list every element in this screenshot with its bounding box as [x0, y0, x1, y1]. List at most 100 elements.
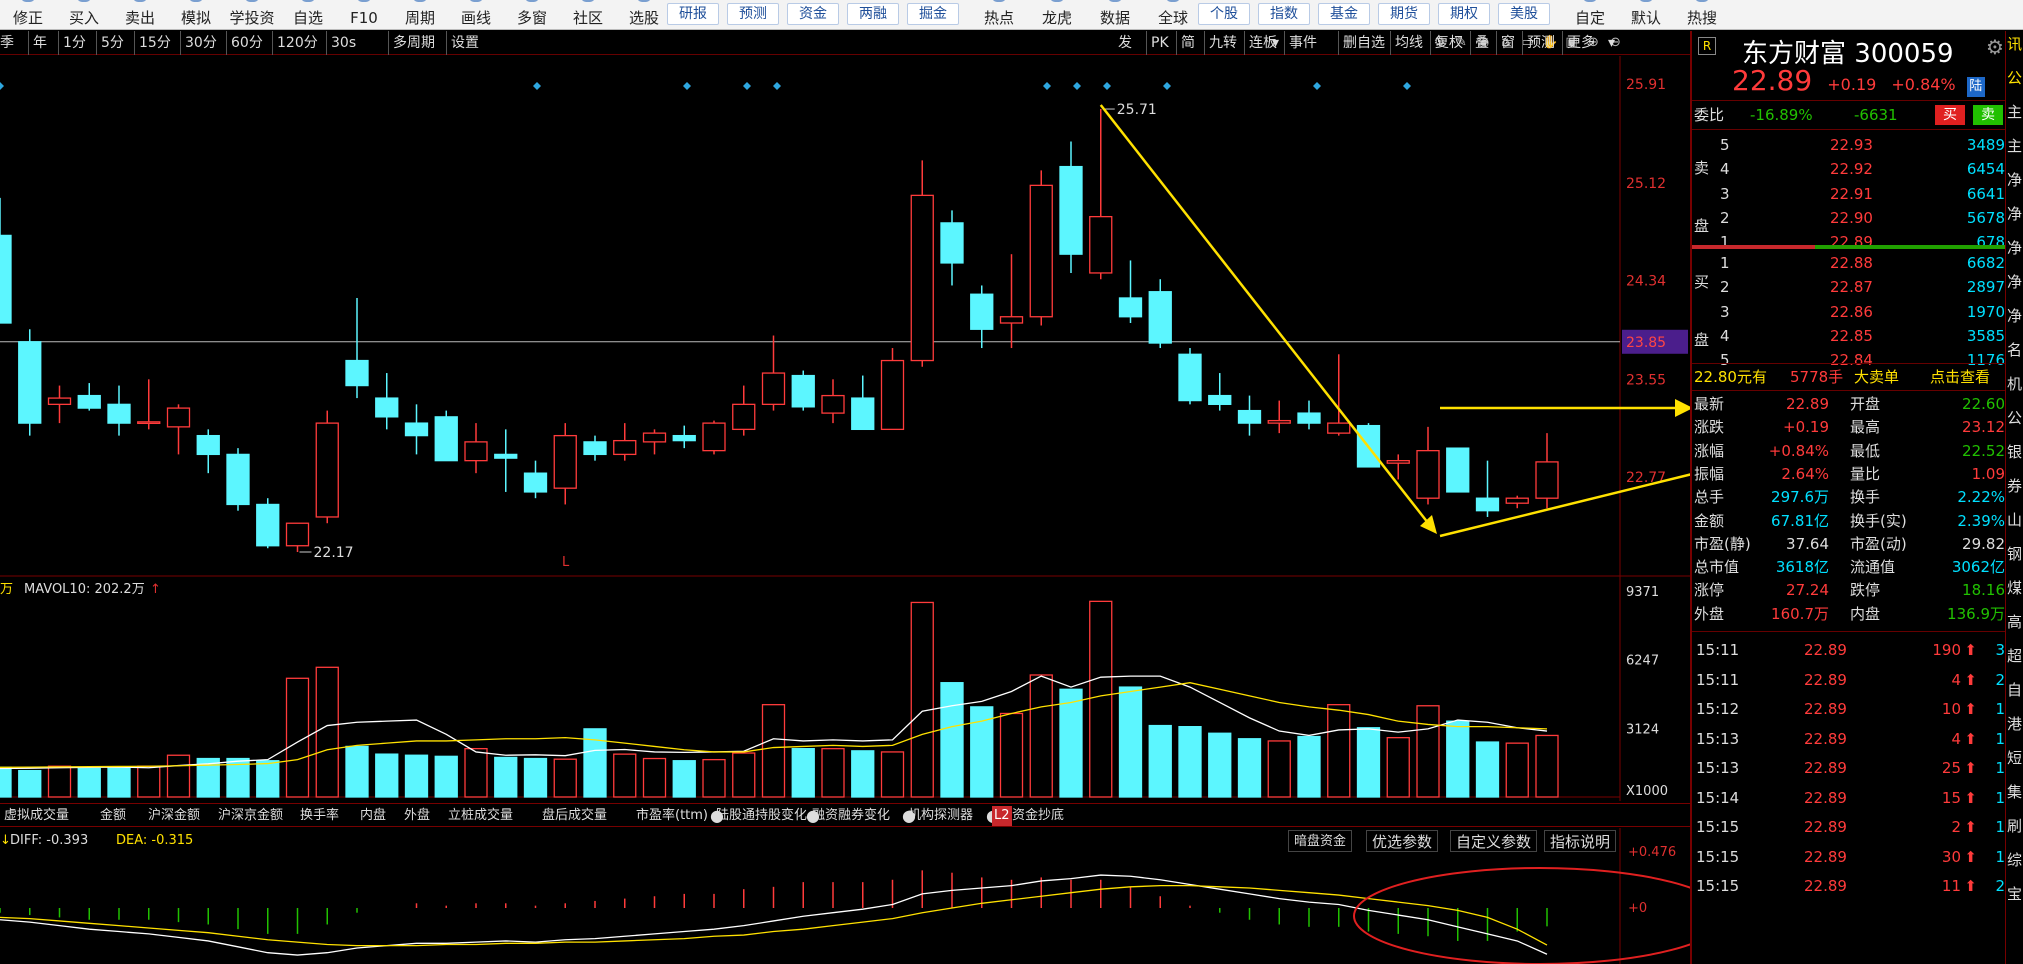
side-strip-char[interactable]: 券	[2007, 475, 2022, 496]
side-strip-char[interactable]: 超	[2007, 645, 2022, 666]
toolbar-button2-5[interactable]: 美股	[1498, 3, 1550, 25]
toolbar-button2-2[interactable]: 基金	[1318, 3, 1370, 25]
period-5[interactable]: 30分	[180, 31, 217, 55]
asks-level-3[interactable]: 3 22.91 6641	[1692, 182, 2007, 206]
period-3[interactable]: 5分	[96, 31, 124, 55]
side-strip-char[interactable]: 净	[2007, 305, 2022, 326]
macd-button-0[interactable]: 暗盘资金	[1288, 830, 1353, 852]
indicator-tab-10[interactable]: 陆股通持股变化	[716, 806, 807, 826]
toolbar-button-0[interactable]: 研报	[667, 3, 719, 25]
period-6[interactable]: 60分	[226, 31, 263, 55]
toolbar-button-2[interactable]: 资金	[787, 3, 839, 25]
toolbar-item-items2-2[interactable]: 数据	[1086, 0, 1144, 30]
volume-chart[interactable]: 9371 6247 3124 X1000 万 MAVOL10: 202.2万 ↑	[0, 577, 1690, 801]
period-8[interactable]: 30s	[326, 31, 356, 55]
indicator-tab-6[interactable]: 外盘	[404, 806, 430, 826]
toolbar-button2-4[interactable]: 期权	[1438, 3, 1490, 25]
toolbar-item-items3-1[interactable]: 默认	[1618, 0, 1674, 30]
toolbar-item-items-2[interactable]: 卖出	[112, 0, 168, 30]
period-tool-2[interactable]: 简	[1176, 31, 1195, 55]
side-strip-char[interactable]: 机	[2007, 373, 2022, 394]
side-strip-char[interactable]: 自	[2007, 679, 2022, 700]
toolbar-item-items-3[interactable]: 模拟	[168, 0, 224, 30]
toolbar-item-items-11[interactable]: 选股	[616, 0, 672, 30]
toolbar-item-items-7[interactable]: 周期	[392, 0, 448, 30]
dropdown-arrow-icon-2[interactable]: ▾	[1608, 31, 1615, 55]
period-9[interactable]: 多周期	[388, 31, 435, 55]
bids-level-3[interactable]: 3 22.86 1970	[1692, 300, 2007, 324]
side-strip-char[interactable]: 钢	[2007, 543, 2022, 564]
period-tool-3[interactable]: 九转	[1204, 31, 1237, 55]
period-7[interactable]: 120分	[272, 31, 318, 55]
side-strip-char[interactable]: 银	[2007, 441, 2022, 462]
asks-level-2[interactable]: 2 22.90 5678	[1692, 206, 2007, 230]
bids-level-4[interactable]: 4 22.85 3585	[1692, 324, 2007, 348]
toolbar-button2-3[interactable]: 期货	[1378, 3, 1430, 25]
indicator-tab-0[interactable]: 虚拟成交量	[4, 806, 69, 826]
macd-button-2[interactable]: 自定义参数	[1450, 830, 1538, 852]
side-strip-char[interactable]: 集	[2007, 781, 2022, 802]
period-tool-11[interactable]: 预测	[1522, 31, 1555, 55]
side-strip-char[interactable]: 净	[2007, 203, 2022, 224]
indicator-tab-3[interactable]: 沪深京金额	[218, 806, 283, 826]
indicator-tab-8[interactable]: 盘后成交量	[542, 806, 607, 826]
period-1[interactable]: 年	[28, 31, 47, 55]
side-strip-char[interactable]: 煤	[2007, 577, 2022, 598]
side-strip-char[interactable]: 主	[2007, 101, 2022, 122]
period-tool-7[interactable]: 均线	[1390, 31, 1423, 55]
indicator-tab-14[interactable]: 资金抄底	[1012, 806, 1064, 826]
toolbar-item-items2-3[interactable]: 全球	[1144, 0, 1202, 30]
side-strip-char[interactable]: 山	[2007, 509, 2022, 530]
period-tool-1[interactable]: PK	[1146, 31, 1169, 55]
period-tool-9[interactable]: 叠	[1470, 31, 1489, 55]
indicator-tab-4[interactable]: 换手率	[300, 806, 339, 826]
side-strip-char[interactable]: 讯	[2007, 33, 2022, 54]
toolbar-button2-0[interactable]: 个股	[1198, 3, 1250, 25]
candlestick-chart[interactable]: 25.91 25.12 24.34 23.85 23.55 22.77 25.71 22.17…	[0, 56, 1690, 577]
period-10[interactable]: 设置	[446, 31, 479, 55]
period-0[interactable]: 季	[0, 31, 14, 55]
macd-button-1[interactable]: 优选参数	[1366, 830, 1439, 852]
side-strip-char[interactable]: 名	[2007, 339, 2022, 360]
indicator-tab-11[interactable]: 融资融券变化	[812, 806, 890, 826]
indicator-tab-7[interactable]: 立桩成交量	[448, 806, 513, 826]
side-strip-char[interactable]: 综	[2007, 849, 2022, 870]
side-strip-char[interactable]: 短	[2007, 747, 2022, 768]
side-strip-char[interactable]: 主	[2007, 135, 2022, 156]
period-tool-8[interactable]: 复权	[1430, 31, 1463, 55]
gear-icon[interactable]: ⚙	[1986, 35, 2004, 59]
toolbar-item-items-10[interactable]: 社区	[560, 0, 616, 30]
side-strip-char[interactable]: 净	[2007, 169, 2022, 190]
toolbar-item-items3-2[interactable]: 热搜	[1674, 0, 1730, 30]
period-tool-5[interactable]: 事件	[1284, 31, 1317, 55]
toolbar-button-4[interactable]: 掘金	[907, 3, 959, 25]
bids-level-2[interactable]: 2 22.87 2897	[1692, 275, 2007, 299]
period-tool-10[interactable]: 窗	[1496, 31, 1515, 55]
big-order-row[interactable]: 22.80元有 5778手 大卖单 点击查看	[1692, 365, 2007, 389]
side-strip-char[interactable]: 净	[2007, 237, 2022, 258]
side-strip-char[interactable]: 公	[2007, 67, 2022, 88]
side-strip-char[interactable]: 净	[2007, 271, 2022, 292]
indicator-tab-2[interactable]: 沪深金额	[148, 806, 200, 826]
side-strip-char[interactable]: 刷	[2007, 815, 2022, 836]
period-tool-0[interactable]: 发	[1118, 31, 1132, 55]
toolbar-item-items2-1[interactable]: 龙虎	[1028, 0, 1086, 30]
buy-button[interactable]: 买	[1935, 105, 1965, 125]
asks-level-4[interactable]: 4 22.92 6454	[1692, 157, 2007, 181]
period-4[interactable]: 15分	[134, 31, 171, 55]
dropdown-arrow-icon[interactable]: ▾	[1272, 31, 1279, 55]
side-strip-char[interactable]: 港	[2007, 713, 2022, 734]
bids-level-1[interactable]: 1 22.88 6682	[1692, 251, 2007, 275]
toolbar-button2-1[interactable]: 指数	[1258, 3, 1310, 25]
indicator-tab-13[interactable]: L2	[992, 806, 1012, 826]
side-strip-char[interactable]: 公	[2007, 407, 2022, 428]
period-tool-6[interactable]: 删自选	[1338, 31, 1385, 55]
toolbar-item-items-8[interactable]: 画线	[448, 0, 504, 30]
indicator-tab-9[interactable]: 市盈率(ttm)	[636, 806, 708, 826]
toolbar-item-items-4[interactable]: 学投资	[224, 0, 280, 30]
period-tool-12[interactable]: 更多	[1562, 31, 1595, 55]
indicator-tab-1[interactable]: 金额	[100, 806, 126, 826]
side-strip-char[interactable]: 高	[2007, 611, 2022, 632]
toolbar-button-3[interactable]: 两融	[847, 3, 899, 25]
period-2[interactable]: 1分	[58, 31, 86, 55]
